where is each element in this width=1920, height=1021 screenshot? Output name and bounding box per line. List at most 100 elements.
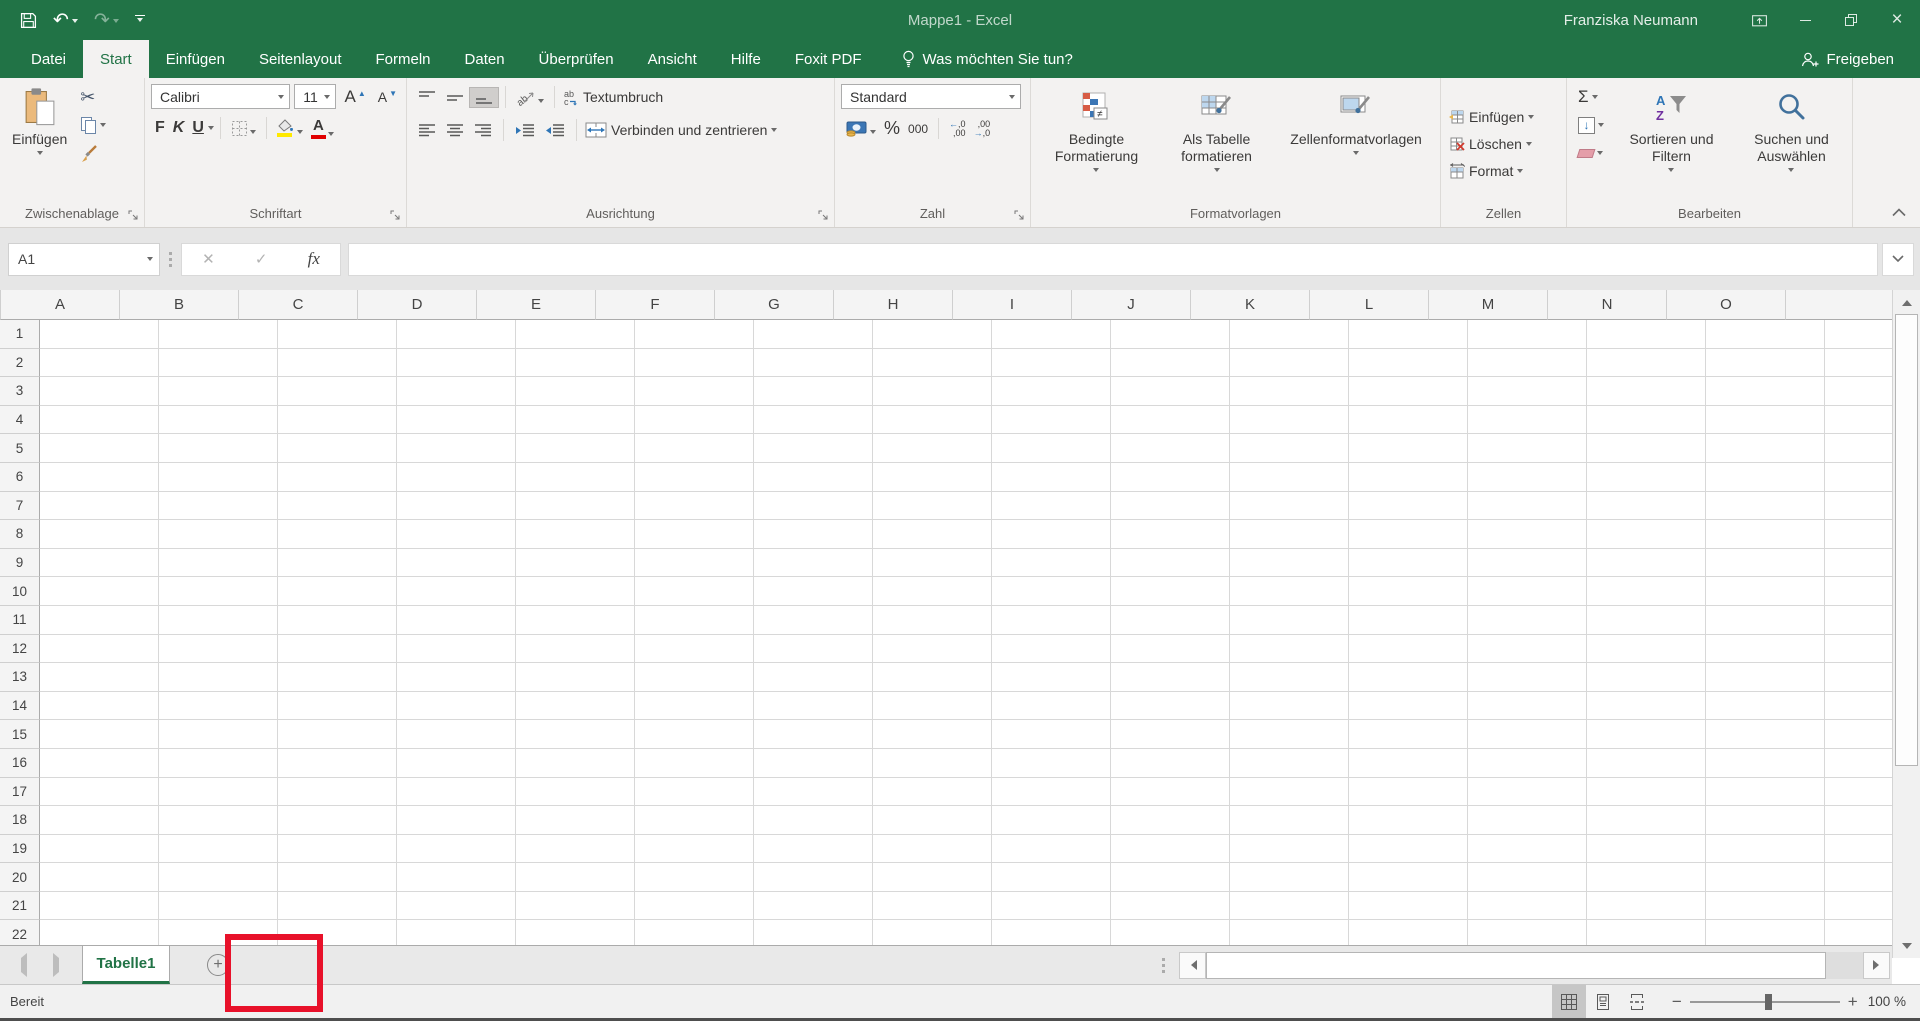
grid-cell[interactable] — [1230, 577, 1349, 606]
grid-cell[interactable] — [1706, 892, 1825, 921]
fill-color-button[interactable] — [273, 117, 307, 139]
column-header[interactable]: A — [1, 290, 120, 320]
conditional-formatting-dropdown-icon[interactable] — [1093, 168, 1099, 175]
merge-center-button[interactable]: Verbinden und zentrieren — [583, 117, 779, 143]
grid-cell[interactable] — [159, 492, 278, 521]
grid-cell[interactable] — [1230, 320, 1349, 349]
grid-cell[interactable] — [754, 434, 873, 463]
column-header[interactable]: O — [1667, 290, 1786, 320]
row-header[interactable]: 13 — [0, 663, 40, 692]
grid-cell[interactable] — [873, 892, 992, 921]
grid-cell[interactable] — [992, 692, 1111, 721]
grid-cell[interactable] — [1706, 349, 1825, 378]
grid-cell[interactable] — [397, 863, 516, 892]
grid-cell[interactable] — [1349, 920, 1468, 945]
currency-dropdown-icon[interactable] — [870, 130, 876, 137]
decrease-decimal-button[interactable]: ,00→,0 — [970, 118, 995, 140]
grid-cell[interactable] — [1111, 692, 1230, 721]
clear-button[interactable] — [1575, 140, 1607, 166]
grid-cell[interactable] — [873, 549, 992, 578]
grid-cell[interactable] — [992, 920, 1111, 945]
zoom-out-button[interactable]: − — [1672, 992, 1682, 1012]
row-header[interactable]: 10 — [0, 577, 40, 606]
grid-cell[interactable] — [40, 692, 159, 721]
grid-cell[interactable] — [1706, 778, 1825, 807]
grid-cell[interactable] — [1349, 749, 1468, 778]
grid-cell[interactable] — [516, 492, 635, 521]
column-header[interactable]: B — [120, 290, 239, 320]
cell-styles-dropdown-icon[interactable] — [1353, 151, 1359, 158]
grid-cell[interactable] — [1349, 492, 1468, 521]
vertical-scrollbar-thumb[interactable] — [1895, 314, 1918, 766]
vertical-scrollbar[interactable] — [1892, 290, 1920, 958]
row-header[interactable]: 9 — [0, 549, 40, 578]
increase-decimal-button[interactable]: ←,0,00 — [945, 118, 970, 140]
undo-dropdown-icon[interactable] — [72, 19, 78, 26]
autosum-button[interactable]: Σ — [1575, 84, 1607, 110]
horizontal-scrollbar-track[interactable] — [1826, 952, 1863, 979]
row-header[interactable]: 17 — [0, 778, 40, 807]
grid-cell[interactable] — [992, 406, 1111, 435]
page-layout-view-button[interactable] — [1586, 985, 1620, 1018]
grid-cell[interactable] — [40, 320, 159, 349]
share-button[interactable]: Freigeben — [1800, 40, 1894, 78]
grid-cell[interactable] — [159, 377, 278, 406]
bold-button[interactable]: F — [151, 117, 169, 139]
row-header[interactable]: 1 — [0, 320, 40, 349]
grid-cell[interactable] — [516, 606, 635, 635]
grid-cell[interactable] — [1706, 720, 1825, 749]
grid-cell[interactable] — [1349, 463, 1468, 492]
copy-button[interactable] — [77, 112, 109, 138]
grid-cell[interactable] — [1587, 778, 1706, 807]
row-header[interactable]: 20 — [0, 863, 40, 892]
grid-cell[interactable] — [159, 463, 278, 492]
grid-cell[interactable] — [516, 377, 635, 406]
row-header[interactable]: 21 — [0, 892, 40, 921]
grid-cell[interactable] — [397, 377, 516, 406]
grid-cell[interactable] — [1587, 692, 1706, 721]
insert-cells-dropdown-icon[interactable] — [1528, 115, 1534, 122]
grid-cell[interactable] — [1587, 606, 1706, 635]
grid-cell[interactable] — [278, 692, 397, 721]
grid-cell[interactable] — [159, 635, 278, 664]
grid-cell[interactable] — [1111, 577, 1230, 606]
grid-cell[interactable] — [873, 434, 992, 463]
grid-cell[interactable] — [992, 749, 1111, 778]
grid-cell[interactable] — [278, 806, 397, 835]
grid-cell[interactable] — [516, 406, 635, 435]
grid-cell[interactable] — [278, 663, 397, 692]
grid-cell[interactable] — [1587, 463, 1706, 492]
grid-cell[interactable] — [1468, 606, 1587, 635]
grid-cell[interactable] — [635, 606, 754, 635]
grid-cell[interactable] — [1587, 806, 1706, 835]
align-top-button[interactable] — [413, 88, 441, 107]
grid-cell[interactable] — [1230, 492, 1349, 521]
grid-cell[interactable] — [635, 549, 754, 578]
grid-cell[interactable] — [1230, 463, 1349, 492]
grid-cell[interactable] — [1468, 692, 1587, 721]
grid-cell[interactable] — [159, 835, 278, 864]
grid-cell[interactable] — [992, 720, 1111, 749]
grid-cell[interactable] — [516, 863, 635, 892]
grid-cell[interactable] — [40, 606, 159, 635]
dialog-launcher-icon[interactable] — [818, 210, 830, 222]
grid-cell[interactable] — [754, 463, 873, 492]
select-all-button[interactable] — [0, 290, 1, 320]
grid-cell[interactable] — [159, 863, 278, 892]
column-header[interactable]: E — [477, 290, 596, 320]
grid-cell[interactable] — [397, 549, 516, 578]
grid-cell[interactable] — [1230, 663, 1349, 692]
grid-cell[interactable] — [1468, 863, 1587, 892]
grid-cell[interactable] — [1468, 349, 1587, 378]
grid-cell[interactable] — [635, 863, 754, 892]
grid-cell[interactable] — [1111, 720, 1230, 749]
grid-cell[interactable] — [1349, 349, 1468, 378]
grid-cell[interactable] — [40, 663, 159, 692]
grid-cell[interactable] — [1468, 635, 1587, 664]
tab-seitenlayout[interactable]: Seitenlayout — [242, 40, 359, 78]
grid-cell[interactable] — [754, 806, 873, 835]
grid-cell[interactable] — [1111, 806, 1230, 835]
row-header[interactable]: 14 — [0, 692, 40, 721]
grid-cell[interactable] — [397, 520, 516, 549]
fill-button[interactable]: ↓ — [1575, 112, 1607, 138]
